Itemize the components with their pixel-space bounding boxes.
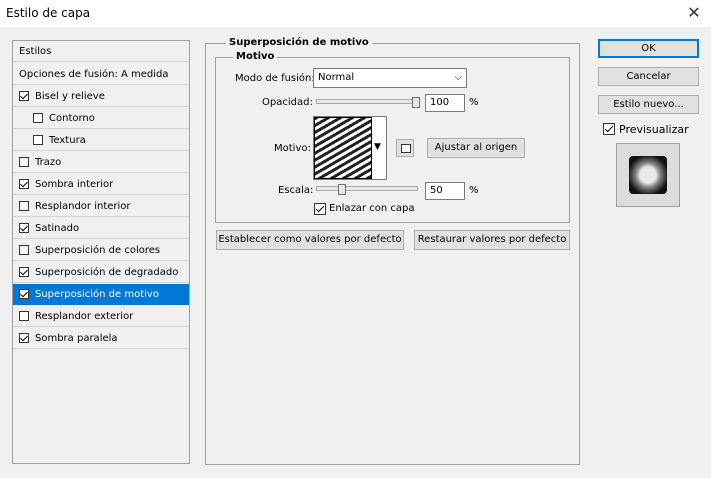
style-item-label: Bisel y relieve bbox=[35, 91, 105, 102]
styles-header[interactable]: Estilos bbox=[13, 41, 189, 62]
group-title: Superposición de motivo bbox=[226, 37, 372, 48]
style-item[interactable]: Satinado bbox=[13, 218, 189, 239]
scale-slider-thumb[interactable] bbox=[338, 184, 347, 195]
scale-input[interactable]: 50 bbox=[425, 182, 465, 200]
style-item-label: Superposición de motivo bbox=[35, 289, 159, 300]
scale-slider[interactable] bbox=[316, 186, 418, 191]
style-item-label: Superposición de colores bbox=[35, 245, 161, 256]
style-item[interactable]: Resplandor interior bbox=[13, 196, 189, 217]
style-item-checkbox[interactable] bbox=[19, 223, 29, 233]
style-item[interactable]: Superposición de degradado bbox=[13, 262, 189, 283]
title-bar: Estilo de capa ✕ bbox=[0, 0, 711, 27]
style-item-checkbox[interactable] bbox=[19, 333, 29, 343]
link-with-layer-label: Enlazar con capa bbox=[329, 203, 415, 214]
style-item[interactable]: Superposición de motivo bbox=[13, 284, 189, 305]
style-item[interactable]: Sombra interior bbox=[13, 174, 189, 195]
style-item-label: Satinado bbox=[35, 223, 80, 234]
blend-mode-label: Modo de fusión: bbox=[235, 73, 315, 84]
style-item-checkbox[interactable] bbox=[19, 289, 29, 299]
style-item-checkbox[interactable] bbox=[33, 135, 43, 145]
style-item-label: Resplandor exterior bbox=[35, 311, 134, 322]
style-item[interactable]: Sombra paralela bbox=[13, 328, 189, 349]
blend-mode-value: Normal bbox=[318, 72, 355, 83]
new-preset-icon[interactable] bbox=[396, 139, 414, 157]
styles-header-label: Estilos bbox=[19, 46, 52, 57]
pattern-swatch[interactable] bbox=[314, 117, 372, 179]
style-item-label: Superposición de degradado bbox=[35, 267, 179, 278]
link-with-layer-checkbox[interactable] bbox=[314, 203, 326, 215]
window-title: Estilo de capa bbox=[6, 6, 91, 20]
style-item-checkbox[interactable] bbox=[19, 201, 29, 211]
style-item-checkbox[interactable] bbox=[19, 179, 29, 189]
new-style-button[interactable]: Estilo nuevo... bbox=[598, 95, 699, 114]
preview-label: Previsualizar bbox=[619, 123, 689, 136]
preview-checkbox[interactable] bbox=[603, 123, 615, 135]
style-item-checkbox[interactable] bbox=[19, 311, 29, 321]
reset-default-button[interactable]: Restaurar valores por defecto bbox=[414, 230, 570, 250]
styles-list: Estilos Opciones de fusión: A medida Bis… bbox=[12, 40, 190, 464]
chevron-down-icon: ⌵ bbox=[454, 72, 462, 83]
style-item-label: Contorno bbox=[49, 113, 95, 124]
set-default-button[interactable]: Establecer como valores por defecto bbox=[216, 230, 404, 250]
pattern-label: Motivo: bbox=[274, 143, 311, 154]
style-item-checkbox[interactable] bbox=[19, 91, 29, 101]
opacity-label: Opacidad: bbox=[262, 97, 313, 108]
blend-mode-select[interactable]: Normal ⌵ bbox=[313, 68, 467, 88]
style-item-checkbox[interactable] bbox=[19, 245, 29, 255]
style-item[interactable]: Bisel y relieve bbox=[13, 86, 189, 107]
style-item-checkbox[interactable] bbox=[33, 113, 43, 123]
style-item-checkbox[interactable] bbox=[19, 267, 29, 277]
style-item[interactable]: Superposición de colores bbox=[13, 240, 189, 261]
style-item-label: Resplandor interior bbox=[35, 201, 131, 212]
opacity-unit: % bbox=[469, 97, 479, 108]
opacity-input[interactable]: 100 bbox=[425, 94, 465, 112]
style-item-label: Sombra interior bbox=[35, 179, 114, 190]
style-preview-thumbnail bbox=[616, 143, 680, 207]
style-item-checkbox[interactable] bbox=[19, 157, 29, 167]
blend-options-item[interactable]: Opciones de fusión: A medida bbox=[13, 64, 189, 85]
style-item[interactable]: Contorno bbox=[13, 108, 189, 129]
style-item-label: Sombra paralela bbox=[35, 333, 118, 344]
close-icon[interactable]: ✕ bbox=[685, 4, 703, 22]
ok-button[interactable]: OK bbox=[598, 39, 699, 58]
style-item-label: Textura bbox=[49, 135, 86, 146]
snap-to-origin-button[interactable]: Ajustar al origen bbox=[427, 138, 525, 158]
pattern-dropdown-icon[interactable]: ▼ bbox=[374, 142, 381, 152]
scale-unit: % bbox=[469, 185, 479, 196]
style-item[interactable]: Trazo bbox=[13, 152, 189, 173]
preview-swatch bbox=[629, 156, 667, 194]
style-item[interactable]: Textura bbox=[13, 130, 189, 151]
style-item[interactable]: Resplandor exterior bbox=[13, 306, 189, 327]
blend-options-label: Opciones de fusión: A medida bbox=[19, 69, 169, 80]
scale-label: Escala: bbox=[278, 185, 314, 196]
sub-group-title: Motivo bbox=[233, 51, 278, 62]
opacity-slider[interactable] bbox=[316, 99, 418, 104]
style-item-label: Trazo bbox=[35, 157, 62, 168]
cancel-button[interactable]: Cancelar bbox=[598, 67, 699, 86]
opacity-slider-thumb[interactable] bbox=[412, 97, 420, 108]
